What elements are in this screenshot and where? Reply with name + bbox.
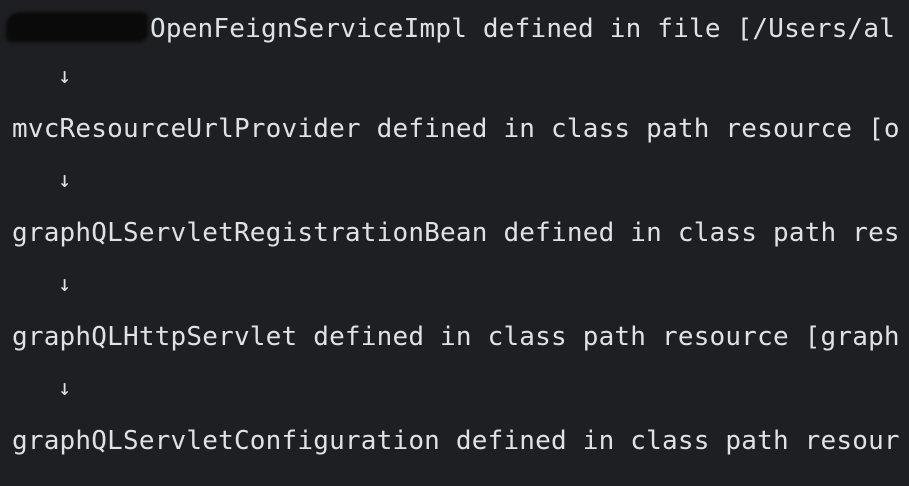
- arrow-down-icon: ↓: [58, 376, 72, 401]
- log-line-3: graphQLServletRegistrationBean defined i…: [12, 218, 900, 248]
- redacted-text: [6, 12, 148, 42]
- arrow-down-icon: ↓: [58, 168, 72, 193]
- log-line-5: graphQLServletConfiguration defined in c…: [12, 426, 900, 456]
- log-line-4: graphQLHttpServlet defined in class path…: [12, 322, 900, 352]
- console-output: OpenFeignServiceImpl defined in file [/U…: [0, 0, 909, 486]
- arrow-down-icon: ↓: [58, 272, 72, 297]
- log-line-2: mvcResourceUrlProvider defined in class …: [12, 114, 900, 144]
- log-line-1: OpenFeignServiceImpl defined in file [/U…: [6, 12, 895, 42]
- arrow-down-icon: ↓: [58, 64, 72, 89]
